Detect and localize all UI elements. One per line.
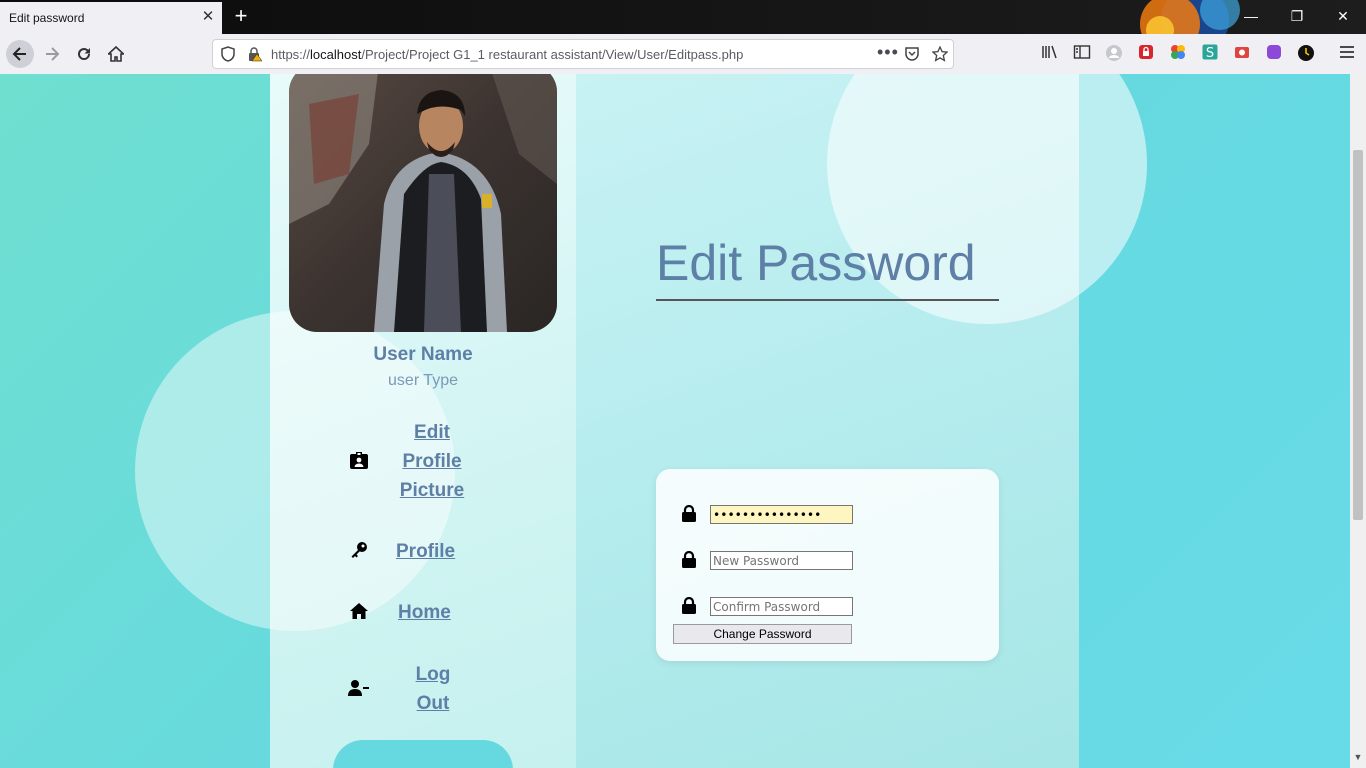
tab-close-icon[interactable]: ✕ xyxy=(200,7,216,27)
user-minus-icon xyxy=(348,679,370,701)
lock-icon xyxy=(682,550,696,569)
change-password-button[interactable]: Change Password xyxy=(673,624,852,644)
home-button[interactable] xyxy=(102,40,130,68)
close-window-button[interactable]: ✕ xyxy=(1320,0,1366,32)
new-password-field[interactable] xyxy=(710,551,853,570)
lock-icon xyxy=(682,504,696,523)
extension-red-lock-icon[interactable] xyxy=(1136,44,1156,64)
key-icon xyxy=(348,541,370,563)
lock-icon xyxy=(682,596,696,615)
confirm-password-field[interactable] xyxy=(710,597,853,616)
home-icon xyxy=(348,602,370,624)
extension-camera-icon[interactable] xyxy=(1232,44,1252,64)
nav-link-logout[interactable]: Log Out xyxy=(400,660,466,718)
user-type: user Type xyxy=(388,372,458,389)
back-button[interactable] xyxy=(6,40,34,68)
current-password-field[interactable] xyxy=(710,505,853,524)
pocket-icon[interactable] xyxy=(904,46,920,65)
scroll-down-arrow-icon[interactable]: ▼ xyxy=(1353,752,1363,764)
library-icon[interactable] xyxy=(1040,44,1060,64)
page-scrollbar[interactable]: ▼ xyxy=(1350,74,1366,768)
account-icon[interactable] xyxy=(1104,44,1124,64)
address-bar[interactable]: https://localhost/Project/Project G1_1 r… xyxy=(212,39,954,69)
extension-colorful-icon[interactable] xyxy=(1168,44,1188,64)
nav-home[interactable]: Home xyxy=(340,598,540,628)
new-tab-button[interactable]: + xyxy=(230,3,252,29)
nav-link-edit-profile-picture[interactable]: Edit Profile Picture xyxy=(396,418,468,505)
tab-bar: Edit password ✕ + — ❐ ✕ xyxy=(0,0,1366,34)
sidebar-toggle-icon[interactable] xyxy=(1072,44,1092,64)
extension-purple-icon[interactable] xyxy=(1264,44,1284,64)
nav-link-profile[interactable]: Profile xyxy=(396,537,455,566)
scrollbar-thumb[interactable] xyxy=(1353,150,1363,520)
active-tab[interactable]: Edit password ✕ xyxy=(0,2,222,34)
page-viewport: User Name user Type Edit Profile Picture… xyxy=(0,74,1350,768)
title-underline xyxy=(656,299,999,301)
svg-text:S: S xyxy=(1206,46,1214,60)
page-actions-icon[interactable]: ••• xyxy=(877,42,899,63)
restore-button[interactable]: ❐ xyxy=(1274,0,1320,32)
avatar xyxy=(289,74,557,332)
nav-profile[interactable]: Profile xyxy=(340,537,540,567)
nav-toolbar: https://localhost/Project/Project G1_1 r… xyxy=(0,34,1366,75)
extension-clock-icon[interactable] xyxy=(1296,44,1316,64)
id-badge-icon xyxy=(348,452,370,474)
url-text[interactable]: https://localhost/Project/Project G1_1 r… xyxy=(271,47,743,62)
menu-icon[interactable] xyxy=(1337,44,1357,64)
user-name: User Name xyxy=(373,344,473,365)
reload-icon[interactable] xyxy=(70,40,98,68)
page-title: Edit Password xyxy=(656,235,976,291)
minimize-button[interactable]: — xyxy=(1228,0,1274,32)
nav-link-home[interactable]: Home xyxy=(398,598,451,627)
bookmark-star-icon[interactable] xyxy=(931,45,949,65)
extension-s-icon[interactable]: S xyxy=(1200,44,1220,64)
sidebar-bottom-button[interactable] xyxy=(333,740,513,768)
insecure-lock-icon[interactable] xyxy=(247,46,263,65)
forward-button[interactable] xyxy=(38,40,66,68)
tab-title: Edit password xyxy=(9,11,85,25)
shield-icon[interactable] xyxy=(221,46,235,65)
nav-edit-profile-picture[interactable]: Edit Profile Picture xyxy=(340,418,540,508)
nav-logout[interactable]: Log Out xyxy=(340,660,540,720)
